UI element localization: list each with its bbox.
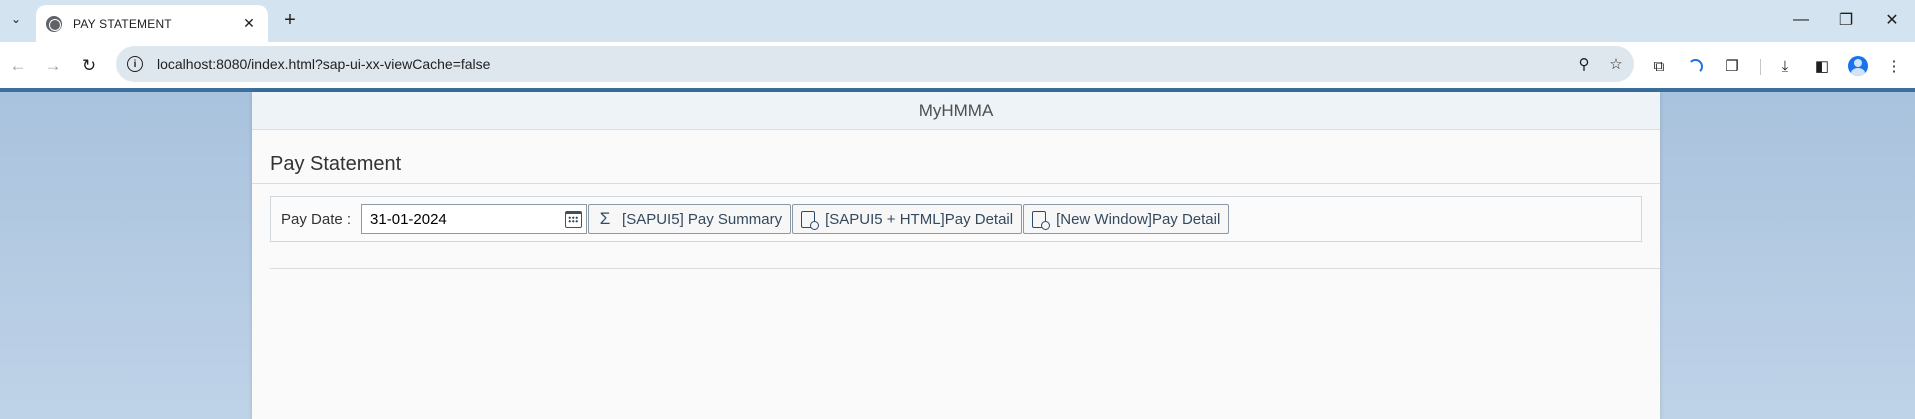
url-text[interactable]: localhost:8080/index.html?sap-ui-xx-view… <box>157 56 1570 72</box>
page-title: Pay Statement <box>270 153 402 175</box>
calendar-icon[interactable] <box>565 210 583 228</box>
extensions-puzzle-icon[interactable]: ❐ <box>1718 52 1746 80</box>
shell-title: MyHMMA <box>918 100 994 120</box>
browser-tab-bar: ⌄ PAY STATEMENT ✕ + — ❐ ✕ <box>0 0 1915 42</box>
zoom-icon[interactable]: ⚲ <box>1570 50 1598 78</box>
pay-detail-window-label: [New Window]Pay Detail <box>1056 210 1221 228</box>
tab-search-chevron-down-icon[interactable]: ⌄ <box>4 6 28 32</box>
tab-title: PAY STATEMENT <box>73 16 172 31</box>
restore-icon[interactable]: ❐ <box>1828 6 1864 34</box>
bookmark-star-icon[interactable]: ☆ <box>1602 50 1630 78</box>
address-bar[interactable]: i localhost:8080/index.html?sap-ui-xx-vi… <box>116 46 1634 82</box>
pay-detail-window-button[interactable]: [New Window]Pay Detail <box>1023 204 1230 234</box>
document-search-icon <box>801 210 820 230</box>
pay-detail-html-label: [SAPUI5 + HTML]Pay Detail <box>825 210 1014 228</box>
tab-close-icon[interactable]: ✕ <box>240 15 258 32</box>
pay-detail-html-button[interactable]: [SAPUI5 + HTML]Pay Detail <box>792 204 1023 234</box>
profile-avatar-icon[interactable] <box>1844 52 1872 80</box>
side-panel-icon[interactable]: ◧ <box>1808 52 1836 80</box>
forward-arrow-right-icon[interactable]: → <box>39 52 67 80</box>
loading-spinner-icon <box>1681 52 1709 80</box>
content-divider <box>270 268 1660 269</box>
browser-toolbar: ← → ↻ i localhost:8080/index.html?sap-ui… <box>0 42 1915 88</box>
pay-date-toolbar: Pay Date : 31-01-2024 Σ [SAPUI5] Pay Sum… <box>270 196 1642 242</box>
pay-date-label: Pay Date : <box>281 210 352 228</box>
sigma-icon: Σ <box>599 209 611 228</box>
pay-date-value[interactable]: 31-01-2024 <box>370 211 565 228</box>
minimize-icon[interactable]: — <box>1783 6 1819 34</box>
reload-icon[interactable]: ↻ <box>75 52 103 80</box>
window-close-icon[interactable]: ✕ <box>1874 6 1910 34</box>
kebab-menu-icon[interactable]: ⋮ <box>1880 52 1908 80</box>
browser-tab-active[interactable]: PAY STATEMENT ✕ <box>36 5 268 42</box>
back-arrow-left-icon[interactable]: ← <box>4 52 32 80</box>
download-icon[interactable]: ⤓ <box>1771 52 1799 80</box>
app-shell: MyHMMA Pay Statement Pay Date : 31-01-20… <box>252 92 1660 419</box>
page-background: MyHMMA Pay Statement Pay Date : 31-01-20… <box>0 88 1915 419</box>
pay-date-picker[interactable]: 31-01-2024 <box>361 204 588 234</box>
pay-summary-label: [SAPUI5] Pay Summary <box>622 210 783 228</box>
pay-summary-button[interactable]: Σ [SAPUI5] Pay Summary <box>588 204 792 234</box>
document-search-icon <box>1032 210 1051 230</box>
page-header: Pay Statement <box>252 130 1660 184</box>
site-info-icon[interactable]: i <box>127 56 143 72</box>
tab-groups-icon[interactable]: ⧉ <box>1645 52 1673 80</box>
globe-icon <box>46 15 62 32</box>
toolbar-divider <box>1760 59 1761 75</box>
shell-header: MyHMMA <box>252 92 1660 130</box>
new-tab-plus-icon[interactable]: + <box>278 8 302 32</box>
